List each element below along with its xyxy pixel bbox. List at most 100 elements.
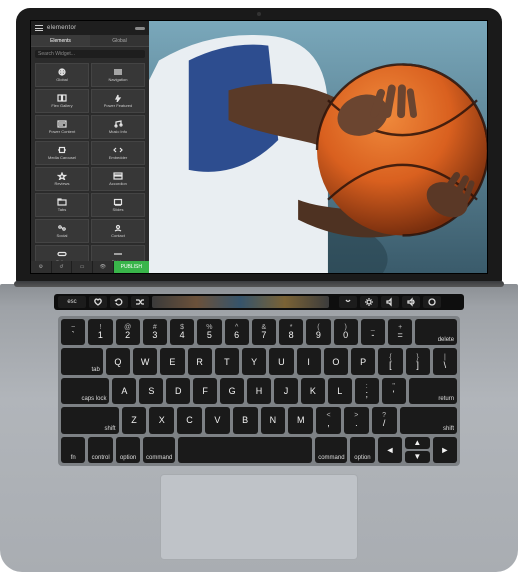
key-'[interactable]: "' [382,378,406,404]
key-f[interactable]: F [193,378,217,404]
key-t[interactable]: T [215,348,239,374]
key-return[interactable]: return [409,378,457,404]
key-tab[interactable]: tab [61,348,103,374]
widget-contact[interactable]: Contact [91,219,145,243]
touchbar-mute-icon[interactable] [381,296,399,308]
key-3[interactable]: #3 [143,319,167,345]
key-option-left[interactable]: option [116,437,140,463]
key-k[interactable]: K [301,378,325,404]
key-.[interactable]: >. [344,407,369,433]
key-e[interactable]: E [160,348,184,374]
search-input[interactable]: Search Widget... [35,50,145,58]
touch-id-sensor[interactable] [444,294,460,310]
key-arrow-down[interactable]: ▼ [405,451,429,463]
widget-content[interactable]: Power Content [35,115,89,139]
key-][interactable]: }] [406,348,430,374]
hamburger-icon[interactable] [35,25,43,31]
widget-nav[interactable]: Navigation [91,63,145,87]
trackpad[interactable] [160,474,358,560]
key-1[interactable]: !1 [88,319,112,345]
key-command-right[interactable]: command [315,437,347,463]
key-v[interactable]: V [205,407,230,433]
key-\[interactable]: |\ [433,348,457,374]
key-0[interactable]: )0 [334,319,358,345]
key-o[interactable]: O [324,348,348,374]
key-space[interactable] [178,437,312,463]
widget-music[interactable]: Music Info [91,115,145,139]
key-arrow-left[interactable]: ◄ [378,437,402,463]
touchbar-esc[interactable]: esc [58,296,86,308]
key-command-left[interactable]: command [143,437,175,463]
publish-button[interactable]: PUBLISH [114,261,149,273]
key-5[interactable]: %5 [197,319,221,345]
widget-embed[interactable]: Embedder [91,141,145,165]
widget-star[interactable]: Reviews [35,167,89,191]
settings-button[interactable]: ⚙ [31,261,51,273]
key-m[interactable]: M [288,407,313,433]
key-6[interactable]: ^6 [225,319,249,345]
key-p[interactable]: P [351,348,375,374]
key-8[interactable]: *8 [279,319,303,345]
key-option-right[interactable]: option [350,437,374,463]
key-shift-right[interactable]: shift [400,407,458,433]
widget-divider[interactable]: Divider [91,245,145,261]
touchbar-heart-icon[interactable] [89,296,107,308]
tab-global[interactable]: Global [90,35,149,47]
key-shift-left[interactable]: shift [61,407,119,433]
key-,[interactable]: <, [316,407,341,433]
widget-tabs[interactable]: Tabs [35,193,89,217]
key-7[interactable]: &7 [252,319,276,345]
key-j[interactable]: J [274,378,298,404]
key-arrow-right[interactable]: ► [433,437,457,463]
key-y[interactable]: Y [242,348,266,374]
touchbar-brightness-up-icon[interactable] [360,296,378,308]
key-q[interactable]: Q [106,348,130,374]
touchbar-volume-icon[interactable] [402,296,420,308]
touchbar-brightness-down-icon[interactable] [339,296,357,308]
key-r[interactable]: R [188,348,212,374]
key-a[interactable]: A [112,378,136,404]
key-l[interactable]: L [328,378,352,404]
key-x[interactable]: X [149,407,174,433]
tab-elements[interactable]: Elements [31,35,90,47]
key-arrow-up[interactable]: ▲ [405,437,429,449]
key-delete[interactable]: delete [415,319,457,345]
touchbar-shuffle-icon[interactable] [131,296,149,308]
key-n[interactable]: N [261,407,286,433]
key-h[interactable]: H [247,378,271,404]
key--[interactable]: _- [361,319,385,345]
key-capslock[interactable]: caps lock [61,378,109,404]
key-/[interactable]: ?/ [372,407,397,433]
widget-social[interactable]: Social [35,219,89,243]
widget-accordion[interactable]: Accordion [91,167,145,191]
key-2[interactable]: @2 [116,319,140,345]
preview-button[interactable]: 👁 [93,261,113,273]
key-w[interactable]: W [133,348,157,374]
history-button[interactable]: ↺ [52,261,72,273]
widget-carousel[interactable]: Media Carousel [35,141,89,165]
touchbar-loop-icon[interactable] [110,296,128,308]
touchbar-media-strip[interactable] [152,296,329,308]
key-d[interactable]: D [166,378,190,404]
key-fn[interactable]: fn [61,437,85,463]
key-i[interactable]: I [297,348,321,374]
editor-apps-icon[interactable] [135,27,145,30]
key-`[interactable]: ~` [61,319,85,345]
key-c[interactable]: C [177,407,202,433]
key-z[interactable]: Z [122,407,147,433]
key-g[interactable]: G [220,378,244,404]
key-;[interactable]: :; [355,378,379,404]
widget-slides[interactable]: Slides [91,193,145,217]
widget-gallery[interactable]: Flex Gallery [35,89,89,113]
touchbar-siri-icon[interactable] [423,296,441,308]
key-u[interactable]: U [269,348,293,374]
key-control[interactable]: control [88,437,112,463]
key-b[interactable]: B [233,407,258,433]
key-=[interactable]: += [388,319,412,345]
key-4[interactable]: $4 [170,319,194,345]
widget-button[interactable]: Button [35,245,89,261]
widget-power[interactable]: Power Featured [91,89,145,113]
key-[[interactable]: {[ [378,348,402,374]
key-s[interactable]: S [139,378,163,404]
widget-globe[interactable]: Global [35,63,89,87]
